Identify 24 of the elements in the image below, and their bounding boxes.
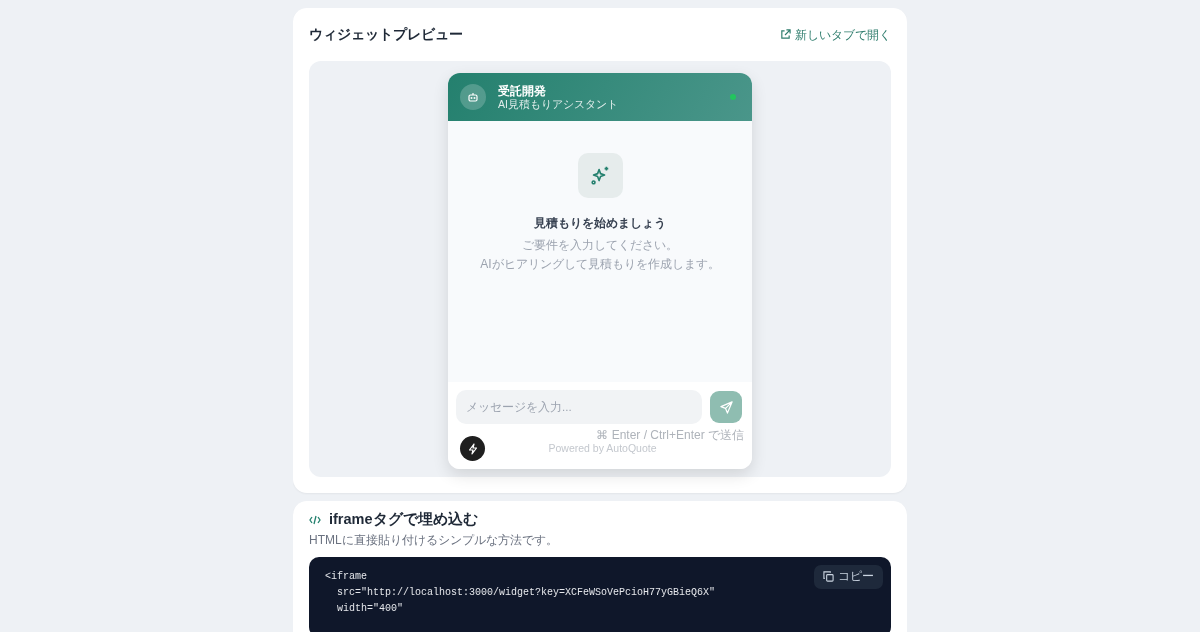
section-title: iframeタグで埋め込む bbox=[329, 510, 478, 529]
code-line: width="400" bbox=[336, 601, 404, 616]
copy-button[interactable]: コピー bbox=[814, 564, 883, 589]
empty-state-text: AIがヒアリングして見積もりを作成します。 bbox=[480, 256, 720, 274]
lightning-icon bbox=[466, 442, 479, 455]
code-line: src="http://localhost:3000/widget?key=XCFeWSoVePcioH77yGBieQ6X" bbox=[336, 585, 716, 600]
empty-state-title: 見積もりを始めましょう bbox=[534, 215, 666, 232]
send-shortcut-hint: ⌘ Enter / Ctrl+Enter で送信 bbox=[596, 428, 744, 443]
code-line: <iframe bbox=[325, 569, 368, 584]
online-indicator bbox=[730, 94, 736, 100]
sparkle-icon bbox=[589, 164, 611, 187]
robot-icon bbox=[467, 91, 479, 103]
external-link-icon bbox=[780, 29, 791, 40]
copy-icon bbox=[823, 571, 834, 583]
code-icon bbox=[309, 514, 321, 525]
open-in-new-tab-link[interactable]: 新しいタブで開く bbox=[780, 25, 891, 44]
message-input[interactable]: メッセージを入力... bbox=[456, 390, 702, 424]
section-description: HTMLに直接貼り付けるシンプルな方法です。 bbox=[309, 531, 559, 549]
section-title: ウィジェットプレビュー bbox=[309, 25, 463, 44]
quick-action-button[interactable] bbox=[460, 436, 485, 461]
send-icon bbox=[719, 400, 733, 414]
widget-name: 受託開発 bbox=[498, 83, 547, 98]
empty-state-text: ご要件を入力してください。 bbox=[521, 237, 679, 254]
widget-subtitle: AI見積もりアシスタント bbox=[498, 97, 619, 111]
